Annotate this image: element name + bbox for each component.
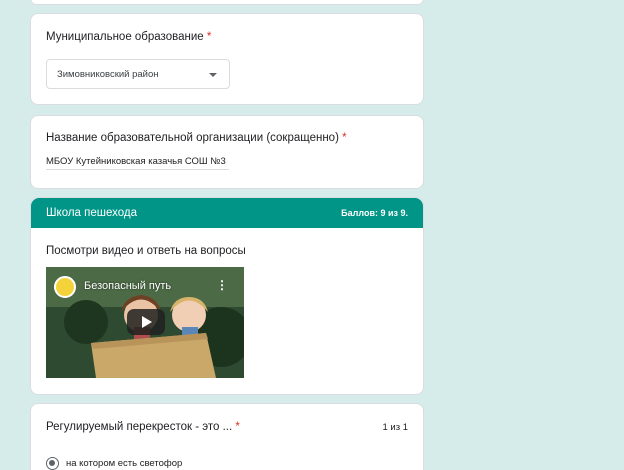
organization-answer-field[interactable]: МБОУ Кутейниковская казачья СОШ №3 xyxy=(46,156,229,170)
crossroad-label-text: Регулируемый перекресток - это ... xyxy=(46,421,233,433)
radio-selected-icon[interactable] xyxy=(46,457,59,470)
required-asterisk: * xyxy=(342,132,347,144)
previous-question-card xyxy=(30,0,424,5)
municipality-question-card: Муниципальное образование * Зимовниковск… xyxy=(30,13,424,105)
municipality-question-label: Муниципальное образование * xyxy=(46,31,211,43)
organization-label-text: Название образовательной организации (со… xyxy=(46,132,339,144)
section-card: Школа пешехода Баллов: 9 из 9. Посмотри … xyxy=(30,197,424,395)
crossroad-question-label: Регулируемый перекресток - это ... * xyxy=(46,421,240,433)
video-player[interactable]: Безопасный путь ⋮ xyxy=(46,267,244,378)
play-triangle xyxy=(142,316,152,328)
organization-question-label: Название образовательной организации (со… xyxy=(46,132,347,144)
section-instruction: Посмотри видео и ответь на вопросы xyxy=(46,245,246,257)
required-asterisk: * xyxy=(235,421,240,433)
question-points: 1 из 1 xyxy=(382,422,408,433)
answer-option-label: на котором есть светофор xyxy=(66,458,183,469)
play-icon[interactable] xyxy=(127,309,165,335)
channel-logo[interactable] xyxy=(54,276,76,298)
required-asterisk: * xyxy=(206,31,212,43)
municipality-label-text: Муниципальное образование xyxy=(46,31,204,43)
more-vert-icon[interactable]: ⋮ xyxy=(216,279,228,291)
municipality-dropdown[interactable]: Зимовниковский район xyxy=(46,59,230,89)
organization-question-card: Название образовательной организации (со… xyxy=(30,115,424,189)
video-title[interactable]: Безопасный путь xyxy=(84,280,171,292)
municipality-selected-value: Зимовниковский район xyxy=(57,69,159,80)
radio-dot xyxy=(49,460,55,466)
section-score: Баллов: 9 из 9. xyxy=(341,208,408,218)
section-header: Школа пешехода Баллов: 9 из 9. xyxy=(31,198,423,228)
crossroad-question-card: Регулируемый перекресток - это ... * 1 и… xyxy=(30,403,424,470)
dropdown-arrow-icon xyxy=(209,73,217,77)
section-title: Школа пешехода xyxy=(46,207,138,219)
